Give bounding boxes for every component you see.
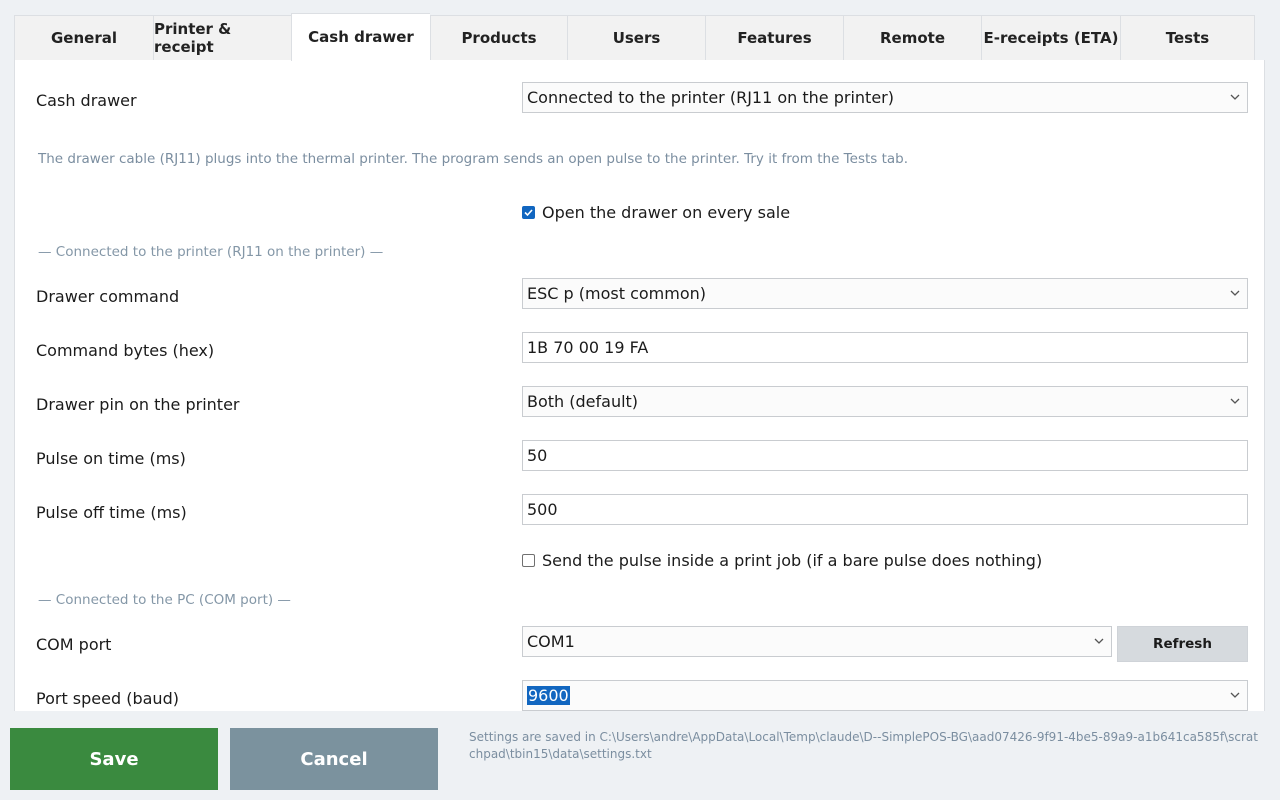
- drawer-pin-select[interactable]: Both (default): [522, 386, 1248, 417]
- select-value: Both (default): [527, 392, 639, 411]
- tab-general[interactable]: General: [14, 15, 153, 61]
- tab-features[interactable]: Features: [705, 15, 843, 61]
- input-value: 50: [527, 446, 548, 465]
- cash-drawer-panel: Cash drawer Connected to the printer (RJ…: [14, 60, 1265, 711]
- refresh-button[interactable]: Refresh: [1117, 626, 1248, 662]
- pulse-off-label: Pulse off time (ms): [36, 503, 187, 522]
- settings-path-info: Settings are saved in C:\Users\andre\App…: [469, 730, 1258, 761]
- tab-label: General: [51, 29, 117, 47]
- chevron-down-icon: [1229, 689, 1241, 701]
- port-speed-select[interactable]: 9600: [522, 680, 1248, 711]
- select-value: ESC p (most common): [527, 284, 707, 303]
- tab-label: Users: [612, 29, 661, 47]
- select-value: Connected to the printer (RJ11 on the pr…: [527, 88, 894, 107]
- select-value: COM1: [527, 632, 575, 651]
- section-printer-header: — Connected to the printer (RJ11 on the …: [38, 244, 384, 260]
- checkbox-label: Send the pulse inside a print job (if a …: [542, 551, 1043, 570]
- pulse-on-label: Pulse on time (ms): [36, 449, 186, 468]
- tab-e-receipts[interactable]: E-receipts (ETA): [981, 15, 1120, 61]
- drawer-hint: The drawer cable (RJ11) plugs into the t…: [38, 151, 909, 167]
- command-bytes-label: Command bytes (hex): [36, 341, 215, 360]
- checkbox-label: Open the drawer on every sale: [542, 203, 791, 222]
- drawer-command-select[interactable]: ESC p (most common): [522, 278, 1248, 309]
- open-every-sale-checkbox[interactable]: Open the drawer on every sale: [522, 203, 790, 222]
- port-speed-label: Port speed (baud): [36, 689, 179, 708]
- tab-remote[interactable]: Remote: [843, 15, 981, 61]
- tab-users[interactable]: Users: [567, 15, 705, 61]
- com-port-select[interactable]: COM1: [522, 626, 1112, 657]
- checkbox-checked-icon: [522, 206, 535, 219]
- drawer-command-label: Drawer command: [36, 287, 180, 306]
- tab-label: Tests: [1165, 29, 1210, 47]
- input-value: 1B 70 00 19 FA: [527, 338, 649, 357]
- pulse-in-print-job-checkbox[interactable]: Send the pulse inside a print job (if a …: [522, 551, 1042, 570]
- tab-label: Cash drawer: [308, 27, 414, 46]
- settings-tabs: General Printer & receipt Cash drawer Pr…: [14, 13, 1255, 61]
- chevron-down-icon: [1229, 91, 1241, 103]
- section-pc-header: — Connected to the PC (COM port) —: [38, 592, 291, 608]
- cash-drawer-label: Cash drawer: [36, 91, 137, 110]
- input-value: 500: [527, 500, 558, 519]
- com-port-label: COM port: [36, 635, 112, 654]
- tab-label: Features: [737, 29, 812, 47]
- tab-tests[interactable]: Tests: [1120, 15, 1255, 61]
- chevron-down-icon: [1229, 395, 1241, 407]
- tab-cash-drawer[interactable]: Cash drawer: [291, 13, 430, 61]
- chevron-down-icon: [1093, 635, 1105, 647]
- tab-label: Printer & receipt: [154, 20, 232, 56]
- pulse-on-input[interactable]: 50: [522, 440, 1248, 471]
- select-value: 9600: [527, 686, 570, 705]
- cancel-button[interactable]: Cancel: [230, 728, 438, 790]
- cash-drawer-select[interactable]: Connected to the printer (RJ11 on the pr…: [522, 82, 1248, 113]
- checkbox-unchecked-icon: [522, 554, 535, 567]
- chevron-down-icon: [1229, 287, 1241, 299]
- save-button[interactable]: Save: [10, 728, 218, 790]
- pulse-off-input[interactable]: 500: [522, 494, 1248, 525]
- tab-products[interactable]: Products: [430, 15, 567, 61]
- command-bytes-input[interactable]: 1B 70 00 19 FA: [522, 332, 1248, 363]
- drawer-pin-label: Drawer pin on the printer: [36, 395, 240, 414]
- tab-label: Products: [461, 29, 537, 47]
- tab-label: E-receipts (ETA): [983, 29, 1119, 47]
- tab-printer-receipt[interactable]: Printer & receipt: [153, 15, 291, 61]
- tab-label: Remote: [879, 29, 945, 47]
